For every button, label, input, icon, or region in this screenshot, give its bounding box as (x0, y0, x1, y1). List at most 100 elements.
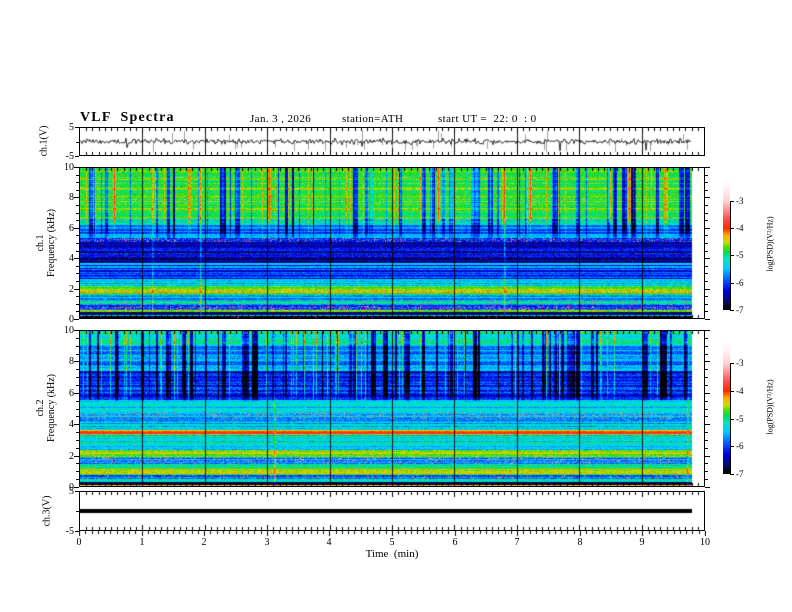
colorbar-tick-mark (730, 363, 734, 364)
ch2-spec-ytick-label: 8 (69, 356, 74, 367)
colorbar-tick-label: -7 (736, 305, 744, 315)
ch3-waveform-canvas (80, 492, 704, 530)
time-tick-label: 6 (452, 537, 458, 548)
ch1-spectrogram-ylabel-line1: ch.1 (35, 234, 46, 252)
colorbar-tick-mark (730, 391, 734, 392)
ch2-spec-ytick-mark-right (705, 354, 708, 355)
ch2-spec-ytick-mark-right (705, 346, 708, 347)
ch1-spec-ytick-mark (76, 235, 79, 236)
colorbar-tick-label: -3 (736, 358, 744, 368)
ch1-spec-ytick-mark-right (705, 243, 708, 244)
time-axis-label: Time (min) (365, 548, 419, 560)
time-tick-label: 5 (389, 537, 395, 548)
ch2-spec-ytick-label: 4 (69, 419, 74, 430)
ch1-wave-ytick-label: 5 (69, 122, 74, 133)
colorbar-tick-mark (730, 255, 734, 256)
figure-title: VLF Spectra (80, 110, 175, 125)
ch3-waveform-panel (79, 491, 705, 531)
ch3-wave-ytick-mark (75, 491, 79, 492)
time-tick-label: 9 (639, 537, 645, 548)
ch2-spec-ytick-label: 10 (64, 325, 74, 336)
ch2-spec-ytick-mark-right (705, 424, 710, 425)
ch1-spec-ytick-mark (76, 213, 79, 214)
ch2-spec-ytick-mark (76, 440, 79, 441)
ch2-spec-ytick-mark (76, 416, 79, 417)
ch1-spec-ytick-mark (74, 258, 79, 259)
ch1-waveform-canvas (80, 128, 704, 155)
time-tick-label: 10 (700, 537, 710, 548)
colorbar-tick-mark (730, 419, 734, 420)
ch1-spec-ytick-mark (76, 205, 79, 206)
ch1-spec-ytick-mark-right (705, 213, 708, 214)
ch2-spec-ytick-mark-right (705, 416, 708, 417)
ch1-spec-ytick-mark-right (705, 167, 710, 168)
ch1-wave-ytick-mark (75, 156, 79, 157)
ch2-spectrogram-canvas (80, 331, 704, 486)
ch2-spec-ytick-mark (74, 361, 79, 362)
ch1-spec-ytick-mark (76, 304, 79, 305)
ch2-spectrogram-panel (79, 330, 705, 487)
colorbar-tick-label: -6 (736, 278, 744, 288)
ch2-spec-ytick-label: 2 (69, 451, 74, 462)
ch2-spec-ytick-mark-right (705, 456, 710, 457)
time-tick-label: 7 (514, 537, 520, 548)
ch1-spec-ytick-label: 10 (64, 162, 74, 173)
ch2-spec-ytick-mark (76, 401, 79, 402)
ch2-spec-ytick-mark (76, 432, 79, 433)
colorbar-tick-mark (730, 474, 734, 475)
ch2-spec-ytick-mark (76, 385, 79, 386)
ch2-spec-ytick-mark-right (705, 463, 708, 464)
ch2-spectrogram-ylabel: ch.2 Frequency (kHz) (35, 374, 57, 442)
ch1-spec-ytick-mark-right (705, 258, 710, 259)
ch1-spec-ytick-label: 0 (69, 314, 74, 325)
colorbar-tick-label: -5 (736, 250, 744, 260)
ch2-spec-ytick-mark-right (705, 487, 710, 488)
ch2-spec-ytick-mark (76, 448, 79, 449)
ch1-spec-ytick-mark (76, 273, 79, 274)
colorbar-tick-mark (730, 446, 734, 447)
ch1-spec-ytick-mark (74, 197, 79, 198)
station-label: station=ATH (342, 113, 404, 125)
time-tick-label: 8 (577, 537, 583, 548)
ch1-spec-ytick-mark-right (705, 266, 708, 267)
ch2-spec-ytick-mark (74, 330, 79, 331)
ch2-spec-ytick-mark-right (705, 369, 708, 370)
colorbar-tick-label: -5 (736, 414, 744, 424)
colorbar-tick-label: -7 (736, 469, 744, 479)
ch1-spec-ytick-mark (76, 281, 79, 282)
ch1-spec-ytick-mark-right (705, 304, 708, 305)
ch1-spec-ytick-mark-right (705, 251, 708, 252)
ch1-spectrogram-ylabel: ch.1 Frequency (kHz) (35, 209, 57, 277)
ch1-spec-ytick-mark (76, 296, 79, 297)
ch2-spec-ytick-mark-right (705, 338, 708, 339)
vlf-spectra-figure: VLF Spectra Jan. 3 , 2026 station=ATH st… (0, 0, 792, 612)
colorbar-tick-mark (730, 310, 734, 311)
ch3-waveform-ylabel-text: ch.3(V) (41, 495, 53, 527)
colorbar-ch1 (723, 179, 730, 310)
colorbar-tick-mark (730, 201, 734, 202)
ch1-spec-ytick-label: 8 (69, 192, 74, 203)
ch2-spec-ytick-mark-right (705, 330, 710, 331)
ch2-spec-ytick-mark-right (705, 409, 708, 410)
ch1-spec-ytick-mark (76, 243, 79, 244)
ch3-wave-ytick-mark (75, 531, 79, 532)
ch1-spec-ytick-mark-right (705, 190, 708, 191)
ch2-spec-ytick-mark (76, 338, 79, 339)
ch1-spec-ytick-mark-right (705, 273, 708, 274)
ch2-spec-ytick-mark (74, 456, 79, 457)
ch1-spec-ytick-mark-right (705, 235, 708, 236)
date-label: Jan. 3 , 2026 (250, 113, 312, 125)
ch2-spec-ytick-mark (76, 471, 79, 472)
ch1-spec-ytick-mark (76, 251, 79, 252)
ch2-spec-ytick-mark-right (705, 479, 708, 480)
ch3-wave-ytick-label: 5 (69, 486, 74, 497)
ch2-spec-ytick-mark (76, 346, 79, 347)
ch2-spec-ytick-mark-right (705, 471, 708, 472)
ch1-spec-ytick-mark-right (705, 228, 710, 229)
ch2-spec-ytick-mark (76, 463, 79, 464)
ch2-spec-ytick-label: 6 (69, 388, 74, 399)
ch3-waveform-ylabel: ch.3(V) (42, 496, 53, 527)
colorbar-tick-label: -6 (736, 441, 744, 451)
ch2-spectrogram-ylabel-line2: Frequency (kHz) (46, 373, 57, 443)
colorbar-ch1-label: log(PSD)(V²/Hz) (765, 216, 775, 272)
